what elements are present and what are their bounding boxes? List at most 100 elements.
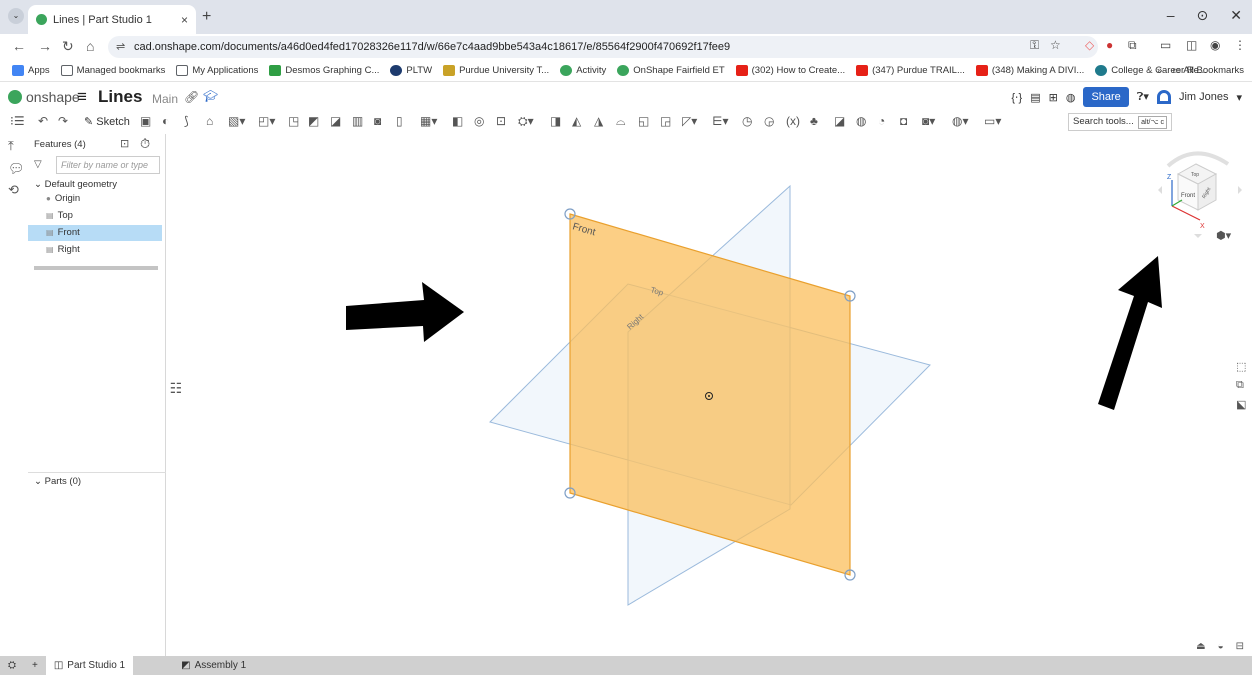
hole-icon[interactable]: ◙ — [374, 114, 381, 128]
onshape-logo[interactable]: onshape — [8, 89, 80, 105]
frame-icon[interactable]: ◲ — [660, 114, 671, 128]
mirror-icon[interactable]: ◧ — [452, 114, 463, 128]
tab-icon[interactable]: ⌓ — [616, 114, 626, 129]
parts-list-header[interactable]: ⌄ Parts (0) — [34, 476, 81, 487]
section-view-icon[interactable]: ⏏ — [1196, 641, 1205, 652]
move-face-icon[interactable]: ◘ — [900, 114, 907, 128]
appearance-panel-icon[interactable]: ⬚ — [1236, 360, 1246, 373]
variables-icon[interactable]: {⋅} — [1011, 91, 1022, 104]
share-button[interactable]: Share — [1083, 87, 1129, 107]
custom-features-icon[interactable]: ▭▾ — [984, 114, 1001, 128]
sketch-button[interactable]: ✎ Sketch — [84, 115, 130, 128]
home-icon[interactable]: ⌂ — [86, 38, 94, 54]
filter-input[interactable]: Filter by name or type — [56, 156, 160, 174]
tab-part-studio[interactable]: ◫ Part Studio 1 — [45, 656, 134, 675]
shell-icon[interactable]: ▥ — [352, 114, 363, 128]
chevron-down-icon[interactable]: ▾ — [1236, 91, 1242, 104]
draft-icon[interactable]: ◩ — [308, 114, 319, 128]
help-icon[interactable]: ❓︎▾ — [1137, 90, 1149, 104]
filter-funnel-icon[interactable]: ▽ — [34, 159, 42, 170]
bookmark-youtube-302[interactable]: (302) How to Create... — [735, 65, 845, 76]
search-tools-input[interactable]: Search tools... alt/⌥ c — [1068, 113, 1172, 131]
redo-icon[interactable]: ↷ — [58, 114, 68, 128]
sweep-icon[interactable]: ⟆ — [184, 114, 189, 128]
feature-item-front[interactable]: ▤ Front — [28, 225, 162, 241]
replace-face-icon[interactable]: ◙▾ — [922, 114, 935, 128]
chrome-menu-icon[interactable]: ⋮ — [1234, 38, 1246, 52]
extension-diamond-icon[interactable]: ◇ — [1085, 38, 1094, 52]
bookmark-managed[interactable]: Managed bookmarks — [60, 65, 165, 76]
display-mode-icon[interactable]: ◒ — [1218, 641, 1224, 652]
site-info-icon[interactable]: ⇌ — [116, 36, 125, 58]
bookmark-purdue[interactable]: Purdue University T... — [443, 65, 549, 76]
bookmark-star-icon[interactable]: ☆ — [1050, 38, 1061, 52]
front-plane[interactable] — [569, 213, 851, 576]
rotate-right-icon[interactable] — [1238, 186, 1242, 194]
fit-spline-icon[interactable]: ◶ — [764, 114, 774, 128]
rotate-down-icon[interactable] — [1194, 234, 1202, 238]
user-avatar-icon[interactable] — [1156, 90, 1171, 104]
rollback-timer-icon[interactable]: ⏱︎ — [140, 136, 150, 152]
notes-icon[interactable]: ▤ — [1030, 91, 1040, 104]
extension-pin-icon[interactable]: ● — [1106, 38, 1113, 52]
thicken-icon[interactable]: ▧▾ — [228, 114, 245, 128]
tab-close-icon[interactable]: × — [181, 13, 188, 27]
loft-icon[interactable]: ⌂ — [206, 114, 213, 128]
insert-feature-icon[interactable]: ⤒ — [8, 138, 14, 154]
feature-item-top[interactable]: ▤ Top — [28, 208, 162, 224]
bookmark-apps[interactable]: Apps — [12, 65, 50, 76]
add-tab-icon[interactable]: + — [24, 656, 46, 675]
named-views-icon[interactable]: ⊟ — [1236, 641, 1244, 652]
view-cube[interactable]: Top Front Right Z X — [1150, 144, 1250, 244]
new-tab-button[interactable]: + — [202, 8, 211, 26]
cast-icon[interactable]: ▭ — [1160, 38, 1171, 52]
helix-icon[interactable]: ◷ — [742, 114, 752, 128]
boolean-icon[interactable]: ◎ — [474, 114, 484, 128]
feature-item-right[interactable]: ▤ Right — [28, 242, 162, 258]
restore-button[interactable]: ⊙ — [1197, 7, 1209, 24]
globe-icon[interactable]: ◍ — [1066, 91, 1076, 104]
learning-center-icon[interactable]: 🎓︎ — [203, 89, 218, 103]
plane-icon[interactable]: ◸▾ — [682, 114, 697, 128]
bookmark-desmos[interactable]: Desmos Graphing C... — [269, 65, 379, 76]
view-options-icon[interactable]: ⬢▾ — [1216, 229, 1231, 242]
mate-connector-icon[interactable]: ♣ — [810, 114, 818, 128]
chamfer-icon[interactable]: ◳ — [288, 114, 299, 128]
branch-label[interactable]: Main — [152, 92, 178, 106]
orbit-arc[interactable] — [1166, 151, 1230, 168]
document-menu-icon[interactable]: ≡ — [77, 87, 87, 107]
split-icon[interactable]: ⊡ — [496, 114, 506, 128]
comments-icon[interactable]: 💬︎ — [8, 161, 25, 177]
user-menu[interactable]: Jim Jones — [1179, 91, 1229, 103]
default-geometry-group[interactable]: ⌄ Default geometry — [34, 179, 117, 190]
revolve-icon[interactable]: ◐ — [162, 114, 169, 128]
graphics-viewport[interactable]: Front Top Right — [166, 134, 1236, 641]
bookmark-pltw[interactable]: PLTW — [390, 65, 432, 76]
profile-avatar-icon[interactable]: ◉ — [1210, 38, 1220, 52]
extensions-puzzle-icon[interactable]: ⧉ — [1128, 38, 1137, 53]
delete-part-icon[interactable]: ◨ — [550, 114, 561, 128]
curve-icon[interactable]: ⋿▾ — [712, 114, 728, 128]
undo-icon[interactable]: ↶ — [38, 114, 48, 128]
close-window-button[interactable]: ✕ — [1230, 7, 1242, 24]
configurations-panel-icon[interactable]: ⬕ — [1236, 398, 1246, 411]
transform-icon[interactable]: ⛭▾ — [518, 114, 534, 129]
forward-arrow-icon[interactable]: → — [38, 38, 52, 54]
url-input[interactable]: ⇌ cad.onshape.com/documents/a46d0ed4fed1… — [108, 36, 1098, 58]
cylinder-icon[interactable]: ▯ — [396, 114, 403, 128]
mesh-icon[interactable]: ◍▾ — [952, 114, 969, 128]
reload-icon[interactable]: ↻ — [62, 38, 74, 55]
offset-surface-icon[interactable]: ◔ — [878, 114, 885, 128]
browser-tab[interactable]: Lines | Part Studio 1 × — [28, 5, 196, 34]
link-icon[interactable]: 🔗︎ — [184, 90, 199, 104]
pattern-icon[interactable]: ▦▾ — [420, 114, 437, 128]
panel-scrollbar[interactable] — [34, 266, 158, 270]
tab-manager-icon[interactable]: ⛭ — [0, 656, 24, 675]
bookmark-onshape-fairfield[interactable]: OnShape Fairfield ET — [617, 65, 725, 76]
all-bookmarks-button[interactable]: ▭ All Bookmarks — [1172, 65, 1244, 76]
bookmark-activity[interactable]: Activity — [560, 65, 606, 76]
tab-search-button[interactable]: ⌄ — [8, 8, 24, 24]
properties-panel-icon[interactable]: ⧉ — [1236, 379, 1246, 392]
fill-icon[interactable]: ◍ — [856, 114, 866, 128]
unfold-icon[interactable]: ◱ — [638, 114, 649, 128]
